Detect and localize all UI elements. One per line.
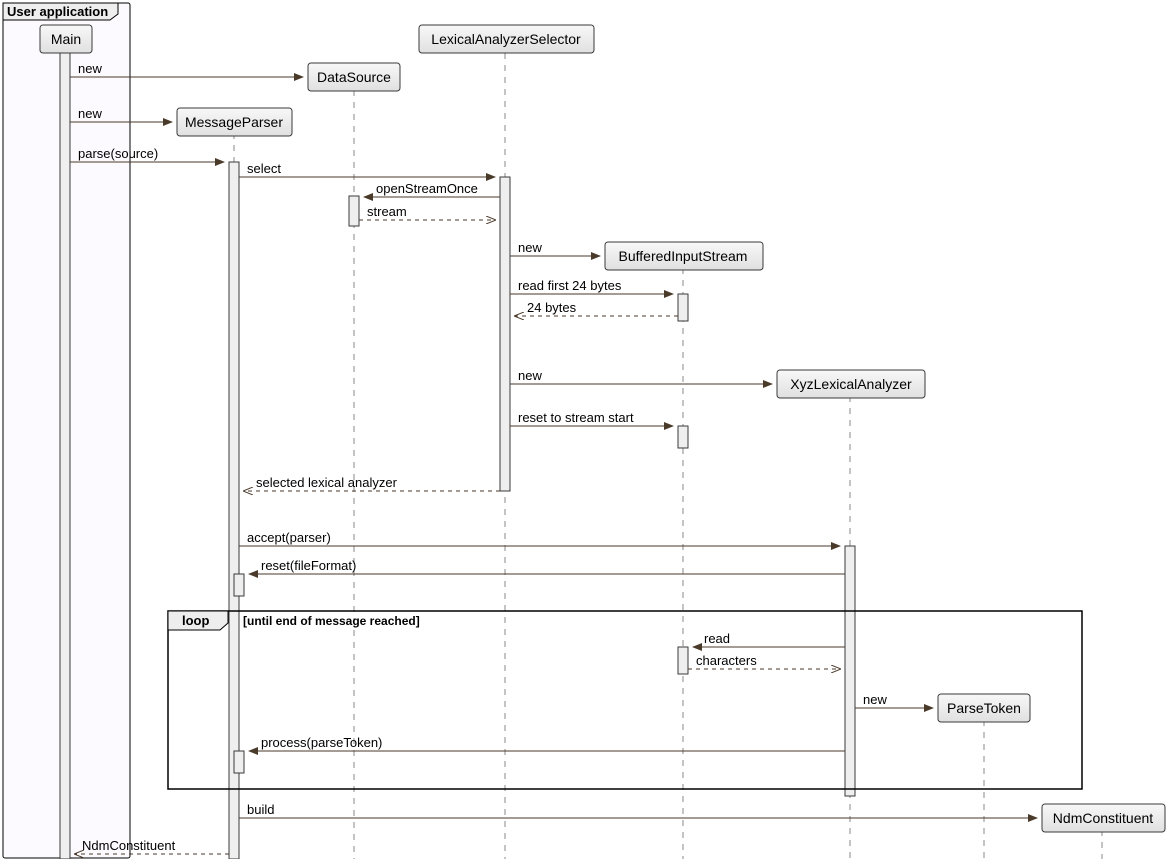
parsetoken-label: ParseToken: [947, 700, 1021, 716]
msg-new-datasource-label: new: [78, 61, 102, 76]
selector-label: LexicalAnalyzerSelector: [431, 31, 581, 47]
bis-activation-2: [678, 426, 688, 448]
msg-chars-label: characters: [696, 653, 757, 668]
msg-resetfmt-label: reset(fileFormat): [261, 558, 356, 573]
selector-activation: [500, 177, 510, 491]
loop-condition: [until end of message reached]: [243, 614, 420, 628]
msg-readfirst-label: read first 24 bytes: [518, 278, 622, 293]
ds-activation: [349, 196, 359, 226]
msg-new-bis-label: new: [518, 240, 542, 255]
mp-activation-2: [234, 574, 244, 596]
msg-read-label: read: [704, 631, 730, 646]
msg-accept-label: accept(parser): [247, 530, 331, 545]
msg-build-label: build: [247, 802, 274, 817]
msg-select-label: select: [247, 161, 281, 176]
msg-new-xyz-label: new: [518, 368, 542, 383]
msg-ndmreturn-label: NdmConstituent: [82, 838, 176, 853]
xyz-label: XyzLexicalAnalyzer: [790, 376, 912, 392]
msg-new-pt-label: new: [863, 692, 887, 707]
msg-selected-label: selected lexical analyzer: [256, 475, 398, 490]
datasource-label: DataSource: [317, 69, 391, 85]
msg-parse-label: parse(source): [78, 146, 158, 161]
xyz-activation: [845, 546, 855, 796]
loop-title: loop: [182, 613, 209, 628]
ndm-label: NdmConstituent: [1053, 810, 1153, 826]
main-label: Main: [51, 31, 81, 47]
bis-activation-3: [678, 647, 688, 674]
msg-openstream-label: openStreamOnce: [376, 181, 478, 196]
msg-process-label: process(parseToken): [261, 735, 382, 750]
bis-activation-1: [678, 294, 688, 321]
msg-resetstream-label: reset to stream start: [518, 410, 634, 425]
sequence-diagram: User application Main LexicalAnalyzerSel…: [0, 0, 1174, 859]
msg-stream-label: stream: [367, 204, 407, 219]
main-activation: [60, 53, 70, 859]
mp-activation-3: [234, 751, 244, 773]
messageparser-label: MessageParser: [185, 114, 283, 130]
buffered-label: BufferedInputStream: [619, 248, 748, 264]
user-app-group-title: User application: [7, 4, 108, 19]
msg-24bytes-label: 24 bytes: [527, 300, 577, 315]
msg-new-mp-label: new: [78, 106, 102, 121]
